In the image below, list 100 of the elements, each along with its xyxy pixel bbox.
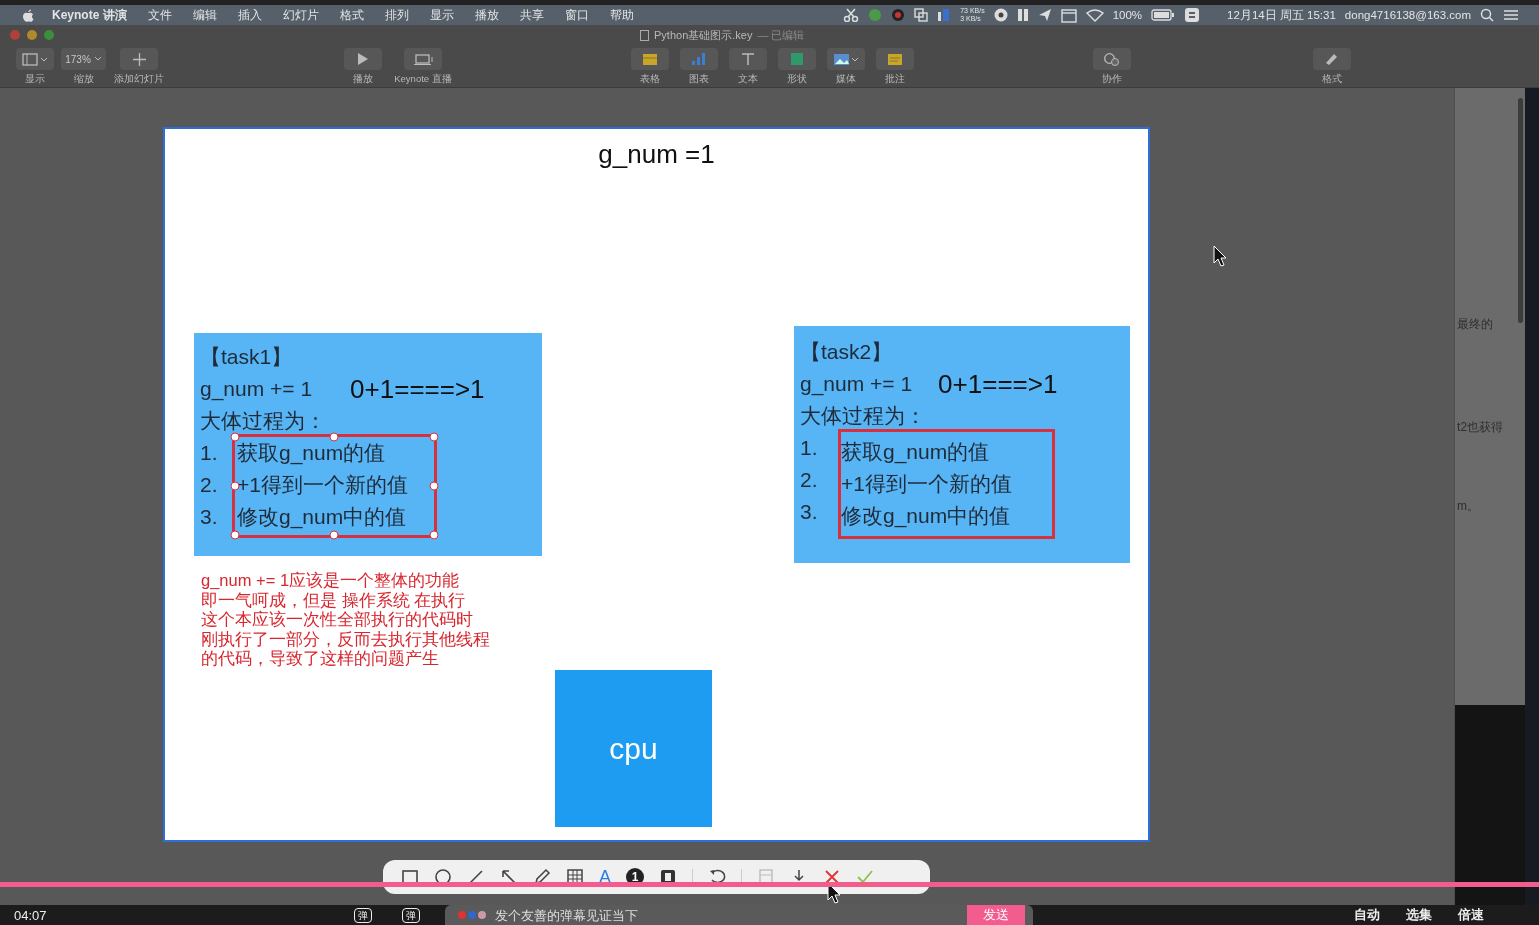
player-control[interactable]: 选集 [1406, 906, 1432, 924]
zoom-dropdown[interactable]: 173% [61, 48, 106, 70]
windows-icon[interactable] [914, 8, 929, 22]
menu-item[interactable]: 播放 [474, 6, 499, 24]
slide-title: g_num =1 [597, 139, 716, 170]
danmaku-input[interactable]: 发个友善的弹幕见证当下 发送 [445, 905, 1033, 925]
selection-handle[interactable] [329, 530, 339, 540]
step-number: 3. [200, 504, 219, 530]
selection-handle[interactable] [230, 481, 240, 491]
menu-item[interactable]: 窗口 [564, 6, 589, 24]
toolbar-label: Keynote 直播 [394, 73, 452, 86]
player-control[interactable]: 倍速 [1458, 906, 1484, 924]
menu-item[interactable]: 共享 [519, 6, 544, 24]
meter-icon[interactable] [937, 8, 952, 22]
format-button[interactable] [1312, 48, 1351, 70]
step-text: 获取g_num的值 [237, 440, 387, 467]
text-button[interactable] [728, 48, 767, 70]
clock[interactable]: 12月14日 周五 15:31 [1227, 7, 1336, 23]
media-button[interactable] [826, 48, 865, 70]
battery-icon[interactable] [1151, 9, 1176, 21]
wifi-icon[interactable] [1085, 8, 1104, 22]
selection-frame[interactable]: 获取g_num的值 +1得到一个新的值 修改g_num中的值 [232, 434, 437, 538]
note-text: g_num += 1应该是一个整体的功能 即一气呵成，但是 操作系统 在执行 这个本应该一次性全部执行的代码时 刚执行了一部分，反而去执行其他线程 的代码，导致了这样的问题产生 [201, 571, 490, 669]
text-icon [741, 53, 754, 65]
menu-item[interactable]: 排列 [384, 6, 409, 24]
caret-icon [93, 56, 102, 62]
collaborate-button[interactable] [1092, 48, 1131, 70]
toolbar-label: 协作 [1101, 73, 1122, 86]
selection-handle[interactable] [429, 432, 439, 442]
toolbar-label: 媒体 [835, 73, 856, 86]
danmaku-toggle[interactable]: 弹 [402, 907, 420, 923]
selection-frame[interactable]: 获取g_num的值 +1得到一个新的值 修改g_num中的值 [838, 429, 1055, 539]
scissors-icon[interactable] [843, 8, 860, 22]
step-text: +1得到一个新的值 [841, 471, 1012, 497]
toolbar-label: 显示 [24, 73, 45, 86]
selection-handle[interactable] [230, 432, 240, 442]
comment-button[interactable] [875, 48, 914, 70]
danmaku-toggle[interactable]: 弹 [354, 907, 372, 923]
selection-handle[interactable] [329, 432, 339, 442]
minimize-button[interactable] [27, 30, 37, 40]
selection-handle[interactable] [230, 530, 240, 540]
toolbar-label: 添加幻灯片 [114, 73, 164, 86]
window-title: Python基础图示.key [654, 27, 753, 43]
panel-text: m。 [1457, 498, 1481, 515]
record-icon[interactable] [891, 8, 906, 22]
toolbar-label: 文本 [737, 73, 758, 86]
code-text: g_num += 1 [800, 371, 913, 398]
step-text: 修改g_num中的值 [237, 504, 408, 531]
color-dots-icon[interactable] [457, 909, 487, 921]
menu-item[interactable]: 文件 [147, 6, 172, 24]
toolbar-label: 形状 [786, 73, 807, 86]
calendar-icon[interactable] [1060, 7, 1077, 23]
play-button[interactable] [343, 48, 382, 70]
step-heading: 大体过程为： [200, 408, 327, 434]
chart-icon [692, 53, 705, 65]
add-button[interactable] [120, 48, 158, 70]
step-text: +1得到一个新的值 [237, 472, 408, 498]
menu-icon[interactable] [1503, 9, 1519, 21]
toolbar-label: 图表 [688, 73, 709, 86]
add-icon [132, 52, 146, 66]
step-text: 获取g_num的值 [841, 439, 991, 466]
code-text: g_num += 1 [200, 376, 313, 403]
step-number: 1. [800, 435, 819, 461]
panel-text: t2也获得 [1457, 419, 1505, 436]
collaborate-icon [1104, 52, 1119, 66]
player-control[interactable]: 自动 [1354, 906, 1380, 924]
step-text: 修改g_num中的值 [841, 503, 1012, 530]
cpu-box: cpu [555, 670, 712, 827]
comment-icon [887, 53, 902, 65]
account-name[interactable]: dong4716138@163.com [1344, 9, 1471, 21]
selection-handle[interactable] [429, 481, 439, 491]
menu-item[interactable]: 插入 [237, 6, 262, 24]
selection-handle[interactable] [429, 530, 439, 540]
scrollbar[interactable] [1518, 98, 1523, 323]
menu-item[interactable]: 幻灯片 [282, 6, 319, 24]
table-icon [642, 53, 657, 65]
live-icon [413, 53, 433, 65]
view-button[interactable] [15, 48, 54, 70]
app-icon[interactable] [1184, 7, 1201, 23]
send-icon[interactable] [1037, 8, 1052, 22]
menu-item[interactable]: 格式 [339, 6, 364, 24]
document-icon [640, 29, 649, 41]
result-text: 0+1====>1 [350, 373, 485, 405]
step-number: 3. [800, 499, 819, 525]
pause-icon[interactable] [1016, 8, 1029, 22]
panel-text: 最终的 [1457, 316, 1495, 333]
toolbar-label: 批注 [884, 73, 905, 86]
live-button[interactable] [404, 48, 442, 70]
menu-item[interactable]: 显示 [429, 6, 454, 24]
table-button[interactable] [630, 48, 669, 70]
app-menu[interactable]: Keynote 讲演 [52, 6, 127, 24]
menu-item[interactable]: 编辑 [192, 6, 217, 24]
cursor-icon [1213, 245, 1227, 267]
shape-button[interactable] [777, 48, 816, 70]
step-heading: 大体过程为： [800, 403, 927, 429]
task-label: 【task1】 [200, 344, 294, 370]
media-icon [833, 53, 858, 65]
search-icon[interactable] [1480, 8, 1494, 22]
send-button[interactable]: 发送 [967, 905, 1025, 925]
menu-item[interactable]: 帮助 [609, 6, 634, 24]
